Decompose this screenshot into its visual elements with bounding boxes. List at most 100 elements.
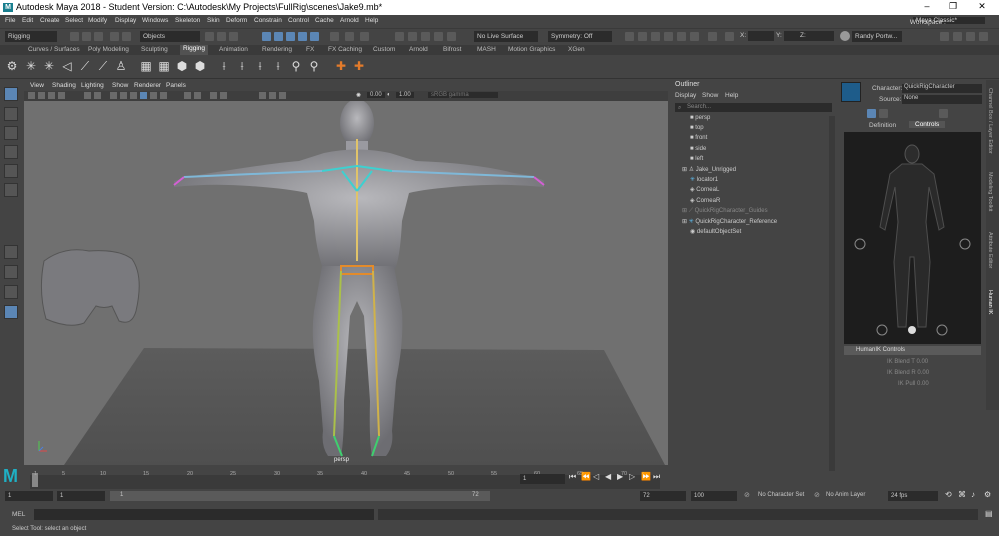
output-ops-icon[interactable]	[360, 32, 369, 41]
point-constraint-icon[interactable]: ⟊	[254, 60, 266, 72]
menu-arnold[interactable]: Arnold	[340, 17, 359, 24]
menu-constrain[interactable]: Constrain	[254, 17, 282, 24]
outliner-scrollbar[interactable]	[829, 116, 835, 471]
menu-windows[interactable]: Windows	[142, 17, 168, 24]
step-forward-key-icon[interactable]: ⏩	[641, 472, 651, 481]
hik-pin-icon[interactable]	[879, 109, 888, 118]
ambient-occlusion-icon[interactable]	[210, 92, 217, 99]
snap-align-icon[interactable]	[421, 32, 430, 41]
command-input[interactable]	[34, 509, 374, 520]
xray-icon[interactable]	[184, 92, 191, 99]
outliner-layout-icon[interactable]	[4, 305, 18, 319]
attribute-editor-toggle-icon[interactable]	[966, 32, 975, 41]
tool-settings-toggle-icon[interactable]	[979, 32, 988, 41]
shelf-tab-rendering[interactable]: Rendering	[262, 46, 292, 53]
y-coord-field[interactable]	[784, 31, 810, 41]
outliner-item-top[interactable]: ■ top	[690, 124, 704, 133]
blendshape-icon[interactable]: ✚	[353, 60, 365, 72]
go-to-start-icon[interactable]: ⏮	[569, 472, 576, 482]
menu-select[interactable]: Select	[65, 17, 83, 24]
shadows-icon[interactable]	[160, 92, 167, 99]
wireframe-icon[interactable]	[110, 92, 117, 99]
four-view-layout-icon[interactable]	[4, 265, 18, 279]
outliner-item-persp[interactable]: ■ persp	[690, 114, 710, 123]
outliner-item-cornea-l[interactable]: ◈ CorneaL	[690, 186, 719, 195]
tab-controls[interactable]: Controls	[909, 121, 946, 128]
vp-menu-show[interactable]: Show	[112, 82, 128, 89]
outliner-item-cornea-r[interactable]: ◈ CorneaR	[690, 197, 720, 206]
transform-mode-icon[interactable]	[725, 32, 734, 41]
exposure-icon[interactable]: ✺	[356, 92, 361, 99]
paint-weights-icon[interactable]: ▦	[158, 60, 170, 72]
snap-point-icon[interactable]	[286, 32, 295, 41]
make-live-icon[interactable]	[447, 32, 456, 41]
character-set-dropdown[interactable]: No Character Set	[758, 492, 804, 498]
menuset-dropdown[interactable]: Rigging	[5, 31, 57, 42]
ik-blend-t-value[interactable]: 0.00	[916, 359, 928, 365]
color-space-dropdown[interactable]: sRGB gamma	[428, 92, 498, 98]
script-editor-icon[interactable]: ▤	[985, 509, 993, 518]
smooth-shade-icon[interactable]	[120, 92, 127, 99]
bookmark-icon[interactable]	[48, 92, 55, 99]
outliner-search-input[interactable]: Search...	[675, 103, 832, 112]
wireframe-on-shaded-icon[interactable]	[130, 92, 137, 99]
playback-end-field[interactable]: 72	[640, 491, 686, 501]
humanik-controls-section[interactable]: HumanIK Controls	[844, 346, 981, 355]
menu-skin[interactable]: Skin	[207, 17, 220, 24]
snap-view-icon[interactable]	[298, 32, 307, 41]
render-settings-icon[interactable]	[651, 32, 660, 41]
shelf-tab-fx-caching[interactable]: FX Caching	[328, 46, 362, 53]
outliner-item-locator1[interactable]: ✳ locator1	[690, 176, 718, 185]
ik-blend-r-value[interactable]: 0.00	[917, 370, 929, 376]
playback-start-field[interactable]: 1	[57, 491, 105, 501]
shelf-tab-poly-modeling[interactable]: Poly Modeling	[88, 46, 129, 53]
shelf-tab-bifrost[interactable]: Bifrost	[443, 46, 461, 53]
undo-icon[interactable]	[110, 32, 119, 41]
parent-constraint-icon[interactable]: ⟊	[236, 60, 248, 72]
selection-mode-dropdown[interactable]: Objects	[140, 31, 200, 42]
z-coord-field[interactable]	[808, 31, 834, 41]
grid-toggle-icon[interactable]	[84, 92, 91, 99]
anim-prefs-icon[interactable]: ⚙	[984, 490, 991, 499]
snap-curve-icon[interactable]	[274, 32, 283, 41]
shelf-tab-sculpting[interactable]: Sculpting	[141, 46, 168, 53]
side-tab-human-ik[interactable]: Human IK	[987, 290, 993, 314]
shelf-tab-fx[interactable]: FX	[306, 46, 314, 53]
ik-handle-icon[interactable]: ⟋	[79, 60, 91, 72]
menu-create[interactable]: Create	[40, 17, 60, 24]
bind-skin-icon[interactable]: ▦	[140, 60, 152, 72]
select-component-icon[interactable]	[229, 32, 238, 41]
menu-control[interactable]: Control	[288, 17, 309, 24]
select-object-icon[interactable]	[217, 32, 226, 41]
loop-icon[interactable]: ⟲	[945, 490, 952, 499]
menu-display[interactable]: Display	[115, 17, 136, 24]
single-view-layout-icon[interactable]	[4, 245, 18, 259]
save-scene-icon[interactable]	[94, 32, 103, 41]
textured-icon[interactable]	[140, 92, 147, 99]
current-frame-field[interactable]: 1	[520, 474, 565, 484]
camera-select-icon[interactable]	[28, 92, 35, 99]
lasso-tool-icon[interactable]	[4, 107, 18, 121]
lattice-icon[interactable]: ⬢	[176, 60, 188, 72]
hypershade-icon[interactable]	[664, 32, 673, 41]
image-plane-icon[interactable]	[58, 92, 65, 99]
two-view-layout-icon[interactable]	[4, 285, 18, 299]
menu-file[interactable]: File	[5, 17, 15, 24]
play-forwards-icon[interactable]: ▶	[617, 472, 623, 481]
quick-rig-icon[interactable]: ♙	[115, 60, 127, 72]
workspace-selector[interactable]: Workspace : Maya Classic*	[910, 17, 985, 26]
outliner-item-default-object-set[interactable]: ◉ defaultObjectSet	[690, 228, 741, 237]
rotate-tool-icon[interactable]	[4, 164, 18, 178]
close-button[interactable]: ✕	[972, 1, 992, 13]
shelf-tab-mash[interactable]: MASH	[477, 46, 496, 53]
shelf-tab-animation[interactable]: Animation	[219, 46, 248, 53]
fps-dropdown[interactable]: 24 fps	[888, 491, 938, 501]
expand-icon[interactable]: ⊞	[682, 167, 689, 173]
paint-select-icon[interactable]	[4, 126, 18, 140]
mirror-joint-icon[interactable]: ◁	[61, 60, 73, 72]
restore-button[interactable]: ❐	[943, 1, 963, 13]
orient-constraint-icon[interactable]: ⟊	[272, 60, 284, 72]
move-tool-icon[interactable]	[4, 145, 18, 159]
source-dropdown[interactable]: None	[902, 95, 982, 104]
range-slider-bar[interactable]: 1 72	[110, 491, 490, 501]
